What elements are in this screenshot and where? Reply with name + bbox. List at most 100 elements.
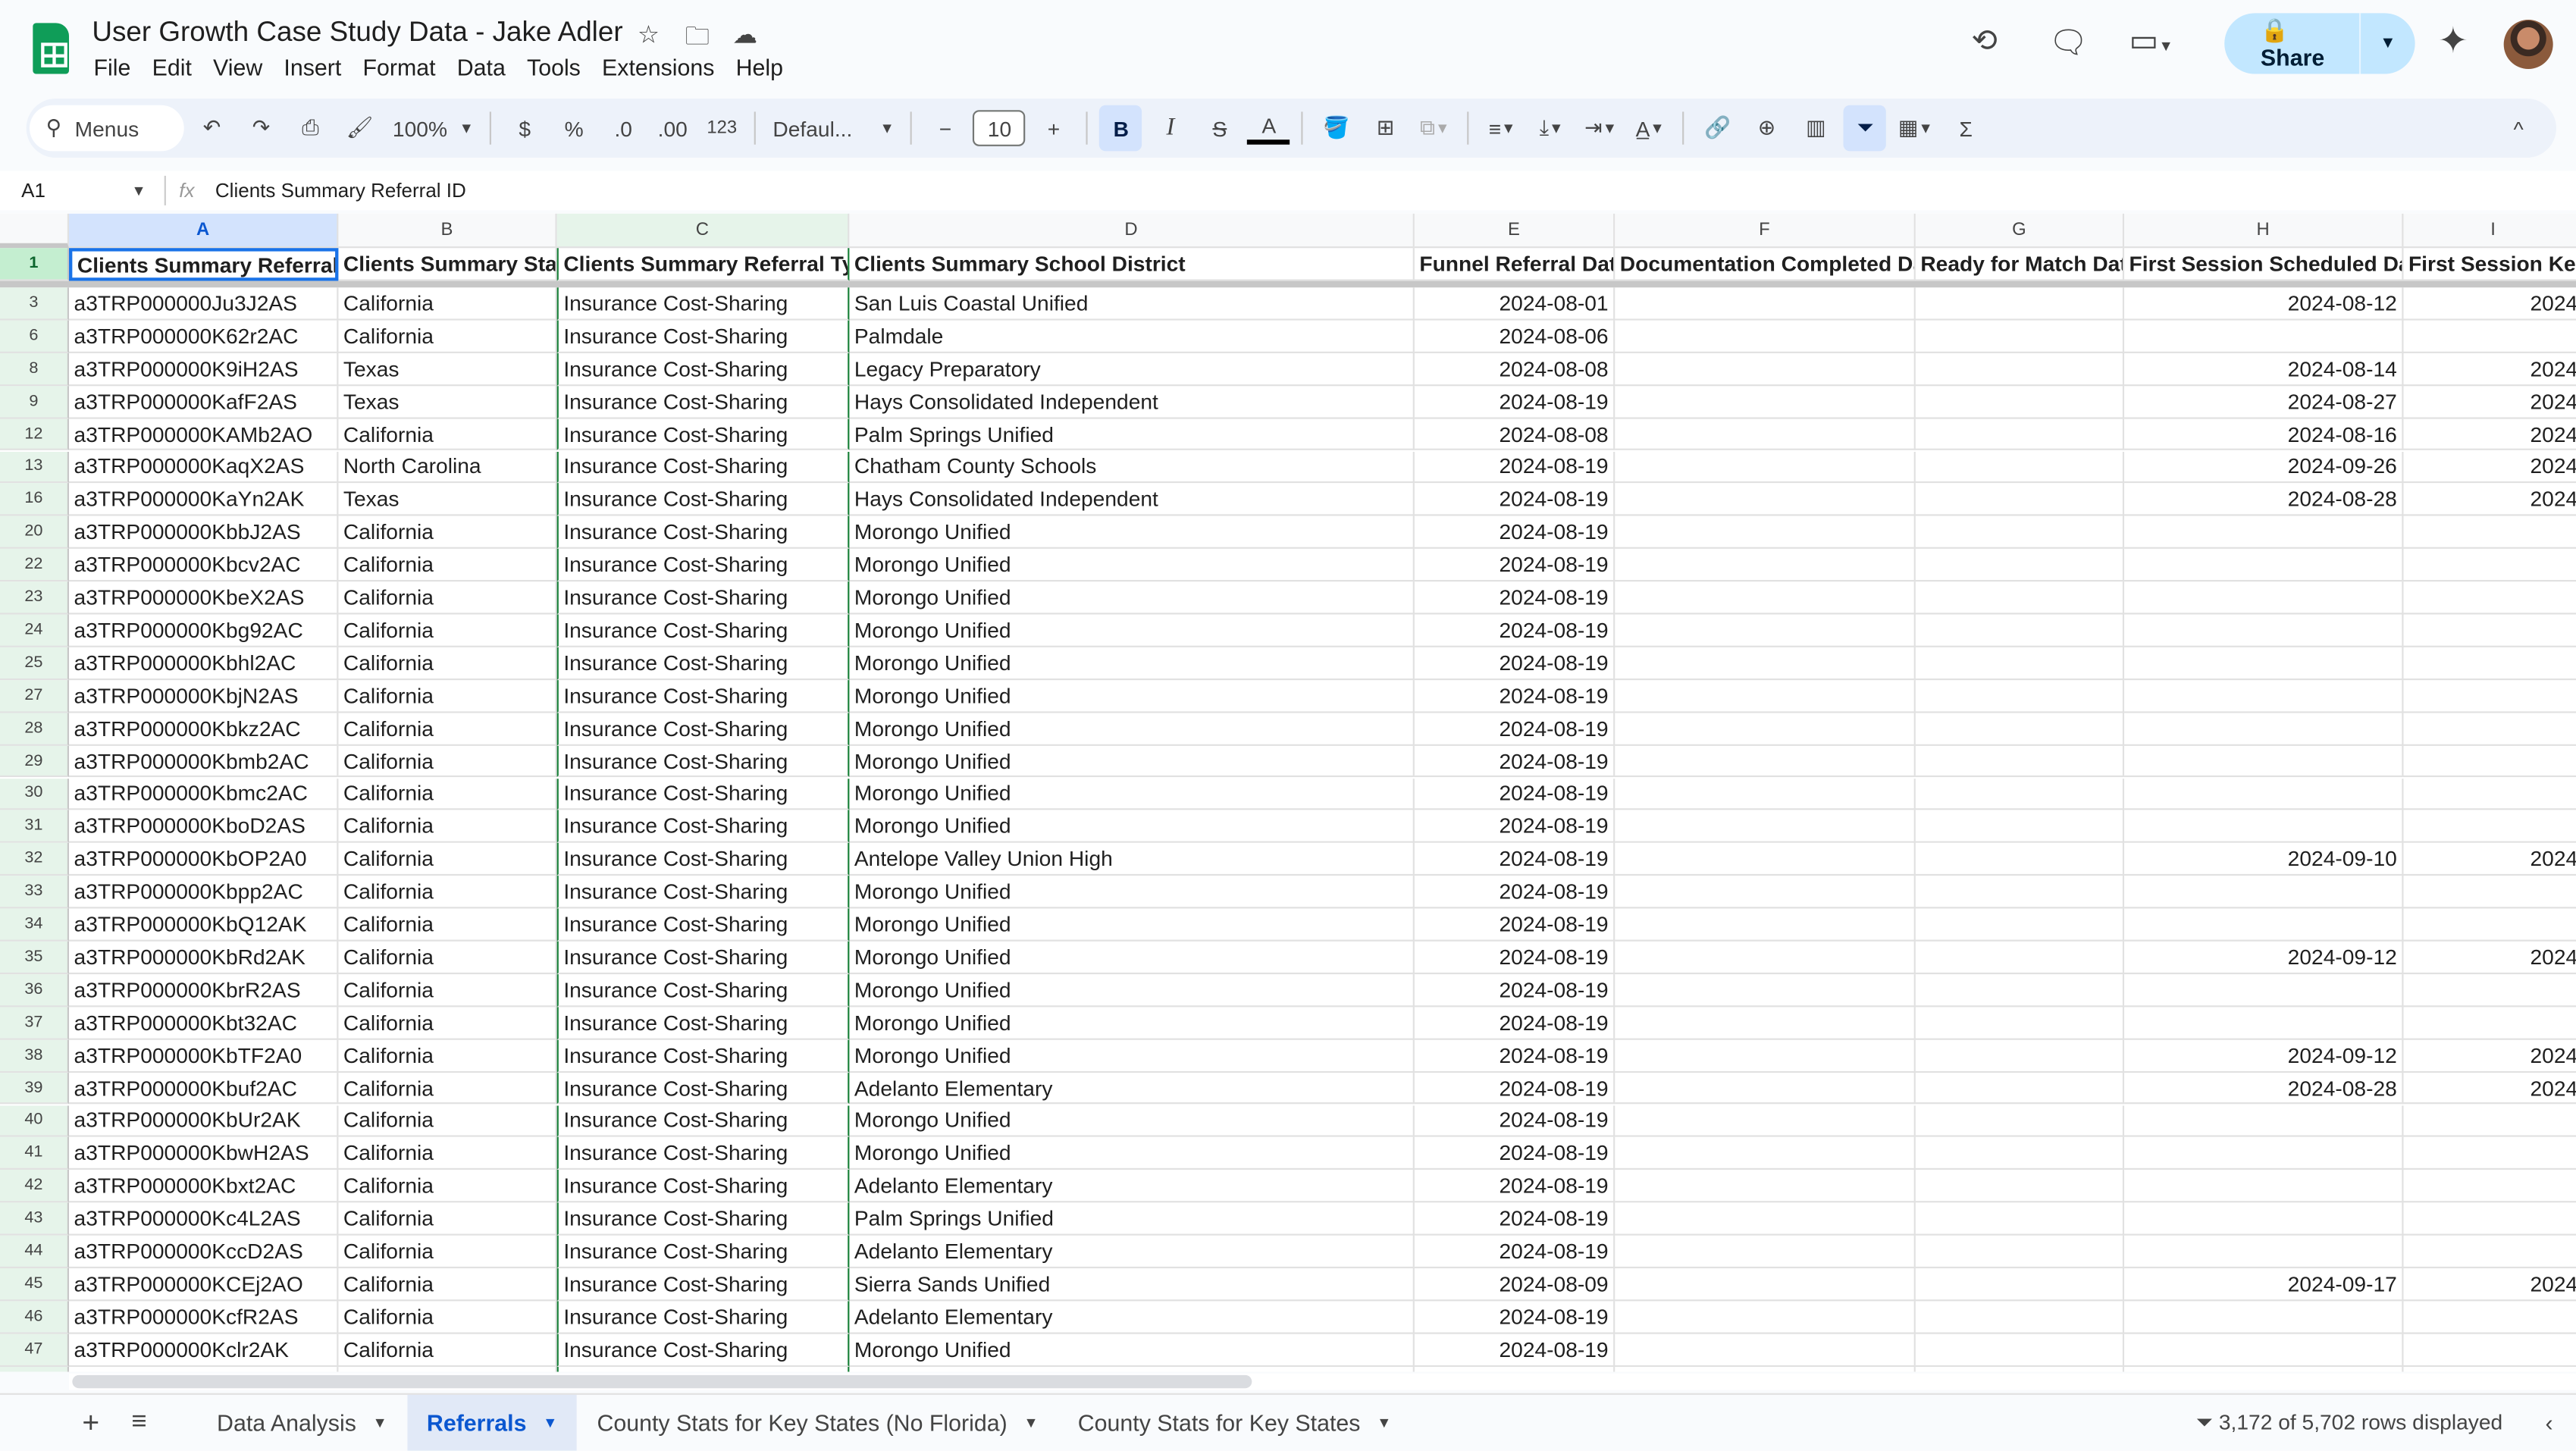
cell[interactable]: California (338, 712, 557, 745)
formula-input[interactable]: Clients Summary Referral ID (215, 179, 466, 202)
cell[interactable]: Insurance Cost-Sharing (556, 418, 850, 451)
cell[interactable] (1915, 1105, 2125, 1138)
cell[interactable]: Morongo Unified (849, 941, 1415, 974)
cell[interactable]: California (338, 1006, 557, 1040)
cell[interactable]: 2024-08-19 (1415, 1366, 1615, 1372)
cell[interactable]: a3TRP000000Kbhl2AC (69, 647, 339, 680)
share-button[interactable]: 🔒 Share ▼ (2224, 13, 2415, 74)
cell[interactable]: Insurance Cost-Sharing (556, 320, 850, 353)
cell[interactable]: California (338, 876, 557, 909)
cell[interactable]: California (338, 320, 557, 353)
cell[interactable]: Insurance Cost-Sharing (556, 581, 850, 615)
cell[interactable]: California (338, 647, 557, 680)
cell[interactable]: 2024-08-16 (2124, 418, 2404, 451)
cell[interactable]: 2024-08-01 (1414, 287, 1615, 321)
row-number[interactable]: 25 (0, 647, 70, 680)
cell[interactable] (1915, 1268, 2125, 1302)
cell[interactable]: a3TRP000000Ju3J2AS (69, 287, 339, 321)
cell[interactable]: California (338, 810, 557, 844)
cell[interactable]: a3TRP000000KbeX2AS (69, 581, 339, 615)
row-number[interactable]: 47 (0, 1333, 70, 1367)
cell[interactable]: 2024-08-19 (1414, 647, 1615, 680)
text-wrapping-icon[interactable]: ⇥ ▼ (1579, 105, 1622, 152)
cell[interactable]: Antelope Valley Union High (849, 843, 1415, 876)
cell[interactable]: a3TRP000000KccD2AS (69, 1235, 339, 1268)
cell[interactable] (2124, 614, 2404, 647)
cell[interactable]: 2024 (2403, 451, 2576, 484)
cell[interactable]: 2024-09-10 (2124, 843, 2404, 876)
cell[interactable]: 2024-08-19 (1414, 973, 1615, 1007)
column-header-b[interactable]: B (338, 213, 557, 249)
row-number[interactable]: 44 (0, 1235, 70, 1268)
cell[interactable] (2124, 876, 2404, 909)
cell[interactable]: California (338, 1366, 557, 1372)
cell[interactable] (2124, 1235, 2404, 1268)
cell[interactable]: California (338, 287, 557, 321)
cell[interactable]: Insurance Cost-Sharing (556, 450, 850, 484)
row-number[interactable]: 27 (0, 679, 70, 713)
cell[interactable] (2403, 810, 2576, 844)
cell[interactable]: 2024-08-19 (1414, 549, 1615, 582)
cell[interactable]: a3TRP000000Kc4L2AS (69, 1202, 339, 1236)
cell[interactable]: California (338, 1105, 557, 1138)
cell[interactable] (2403, 647, 2576, 680)
cell[interactable] (2124, 810, 2404, 844)
cell[interactable]: Morongo Unified (849, 810, 1415, 844)
cell[interactable]: 2024-08-19 (1414, 744, 1615, 779)
row-number[interactable]: 37 (0, 1006, 70, 1040)
cell[interactable]: 2024-08-19 (1414, 876, 1615, 909)
cell[interactable]: a3TRP000000KbQ12AK (69, 908, 339, 942)
cell[interactable]: Morongo Unified (849, 908, 1415, 942)
row-number[interactable]: 39 (0, 1072, 70, 1105)
cell[interactable]: California (338, 418, 557, 451)
cell[interactable] (1915, 418, 2125, 451)
cell[interactable] (2403, 745, 2576, 779)
cell[interactable] (1915, 483, 2125, 517)
horizontal-scrollbar-thumb[interactable] (72, 1374, 1252, 1389)
cell[interactable]: 2024-08-19 (1414, 1072, 1615, 1105)
menu-format[interactable]: Format (362, 55, 435, 81)
cell[interactable]: Morongo Unified (849, 1039, 1415, 1073)
cell[interactable]: 2024-08-28 (2124, 1072, 2404, 1105)
cell[interactable] (2124, 320, 2404, 353)
cell[interactable] (1615, 353, 1916, 386)
row-number[interactable]: 49 (0, 1366, 70, 1372)
cell[interactable]: Insurance Cost-Sharing (556, 679, 850, 713)
cell[interactable]: a3TRP000000KbwH2AS (69, 1137, 339, 1171)
cell[interactable]: Insurance Cost-Sharing (556, 744, 850, 779)
cell[interactable] (2124, 549, 2404, 582)
cell[interactable]: Insurance Cost-Sharing (556, 1039, 850, 1073)
cell[interactable] (1915, 810, 2125, 844)
cell[interactable] (1915, 843, 2125, 876)
row-number[interactable]: 34 (0, 908, 70, 942)
cell[interactable]: Insurance Cost-Sharing (556, 385, 850, 418)
cell[interactable] (2403, 1203, 2576, 1236)
cell[interactable]: 2024-08-19 (1414, 483, 1615, 517)
cell[interactable] (1615, 1366, 1916, 1372)
cell[interactable]: Texas (338, 385, 557, 418)
cell[interactable] (1915, 1333, 2125, 1367)
cell[interactable]: California (338, 1072, 557, 1105)
cell[interactable]: California (338, 581, 557, 615)
undo-icon[interactable]: ↶ (190, 105, 233, 152)
menu-tools[interactable]: Tools (527, 55, 581, 81)
cell[interactable] (1615, 1170, 1916, 1203)
cell[interactable]: a3TRP000000Kbxt2AC (69, 1170, 339, 1203)
cell[interactable] (2403, 614, 2576, 647)
cell[interactable]: Insurance Cost-Sharing (556, 810, 850, 844)
increase-decimal-button[interactable]: .00 (651, 105, 694, 152)
cell[interactable]: a3TRP000000KAMb2AO (69, 418, 339, 451)
text-rotation-icon[interactable]: A̲ ▼ (1628, 105, 1671, 152)
cell[interactable] (1915, 876, 2125, 909)
text-color-button[interactable]: A (1247, 111, 1291, 145)
cell[interactable]: a3TRP000000KboD2AS (69, 810, 339, 844)
cell[interactable] (1615, 1006, 1916, 1040)
row-number[interactable]: 46 (0, 1301, 70, 1334)
row-number[interactable]: 13 (0, 450, 70, 484)
collapse-toolbar-icon[interactable]: ^ (2497, 105, 2540, 152)
menu-view[interactable]: View (213, 55, 262, 81)
cell[interactable] (1915, 614, 2125, 647)
cell[interactable]: California (338, 843, 557, 876)
strikethrough-button[interactable]: S (1199, 105, 1241, 152)
cell[interactable]: a3TRP000000Kbpp2AC (69, 876, 339, 909)
